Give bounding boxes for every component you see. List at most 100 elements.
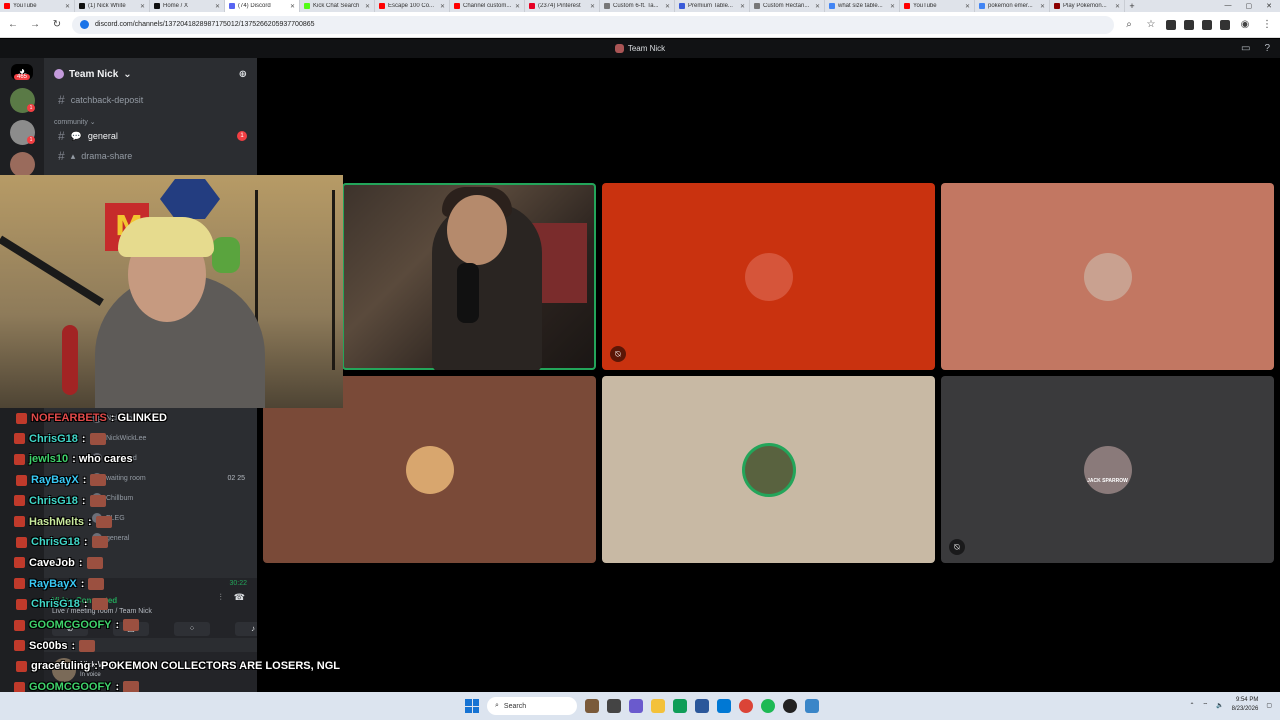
mail-icon[interactable] bbox=[717, 699, 731, 713]
tab-favicon-icon bbox=[454, 3, 460, 9]
video-tile-camera[interactable] bbox=[342, 183, 596, 370]
tab-close-icon[interactable]: ✕ bbox=[1115, 3, 1120, 10]
microphone bbox=[457, 263, 479, 323]
tab-label: Premium Table... bbox=[688, 3, 733, 9]
chat-username[interactable]: ChrisG18 bbox=[31, 598, 80, 610]
chat-username[interactable]: RayBayX bbox=[29, 578, 77, 590]
browser-tab[interactable]: (2374) Pinterest ✕ bbox=[525, 0, 600, 12]
extension-icon[interactable] bbox=[1202, 19, 1212, 30]
extension-icon[interactable] bbox=[1166, 19, 1176, 30]
browser-tab[interactable]: Escape 100 Co... ✕ bbox=[375, 0, 450, 12]
tab-close-icon[interactable]: ✕ bbox=[215, 3, 220, 10]
app-icon[interactable] bbox=[805, 699, 819, 713]
tab-favicon-icon bbox=[979, 3, 985, 9]
chat-username[interactable]: ChrisG18 bbox=[29, 495, 78, 507]
invite-people-icon[interactable]: ⊕ bbox=[239, 69, 247, 80]
channel-catchback-deposit[interactable]: # catchback-deposit bbox=[44, 90, 257, 110]
category-community[interactable]: community ⌄ bbox=[44, 110, 257, 126]
tab-close-icon[interactable]: ✕ bbox=[290, 3, 295, 10]
browser-tab[interactable]: YouTube ✕ bbox=[900, 0, 975, 12]
browser-tab[interactable]: Kick Chat Search ✕ bbox=[300, 0, 375, 12]
back-icon[interactable]: ← bbox=[6, 18, 20, 32]
muted-mic-icon: ⍉ bbox=[610, 346, 626, 362]
channel-label: drama-share bbox=[81, 151, 133, 161]
tab-close-icon[interactable]: ✕ bbox=[740, 3, 745, 10]
bookmark-star-icon[interactable]: ☆ bbox=[1144, 18, 1158, 32]
new-tab-button[interactable]: + bbox=[1125, 1, 1139, 11]
chat-username[interactable]: gracefuling bbox=[31, 660, 90, 672]
task-view-icon[interactable] bbox=[607, 699, 621, 713]
browser-tab[interactable]: Custom Rectan... ✕ bbox=[750, 0, 825, 12]
notification-icon[interactable]: ▢ bbox=[1266, 702, 1272, 709]
forward-icon[interactable]: → bbox=[28, 18, 42, 32]
server-header[interactable]: Team Nick ⌄ ⊕ bbox=[44, 58, 257, 90]
chat-username[interactable]: ChrisG18 bbox=[31, 536, 80, 548]
tab-close-icon[interactable]: ✕ bbox=[365, 3, 370, 10]
reload-icon[interactable]: ↻ bbox=[50, 18, 64, 32]
browser-tab[interactable]: (1) Nick White ✕ bbox=[75, 0, 150, 12]
url-field[interactable]: discord.com/channels/1372041828987175012… bbox=[72, 15, 1114, 34]
browser-tab[interactable]: YouTube ✕ bbox=[0, 0, 75, 12]
chat-username[interactable]: GOOMCGOOFY bbox=[29, 619, 112, 631]
tab-close-icon[interactable]: ✕ bbox=[815, 3, 820, 10]
participant-tile[interactable]: JACK SPARROW ⍉ bbox=[941, 376, 1274, 563]
tab-close-icon[interactable]: ✕ bbox=[140, 3, 145, 10]
site-info-icon[interactable] bbox=[80, 20, 89, 29]
tab-close-icon[interactable]: ✕ bbox=[65, 3, 70, 10]
start-windows-icon[interactable] bbox=[465, 699, 479, 713]
profile-icon[interactable]: ◉ bbox=[1238, 18, 1252, 32]
tab-close-icon[interactable]: ✕ bbox=[590, 3, 595, 10]
browser-tab[interactable]: pokemon emer... ✕ bbox=[975, 0, 1050, 12]
network-icon[interactable]: ⌔ bbox=[1203, 701, 1209, 709]
edge-icon[interactable] bbox=[673, 699, 687, 713]
chat-username[interactable]: ChrisG18 bbox=[29, 433, 78, 445]
participant-tile[interactable] bbox=[941, 183, 1274, 370]
app-icon[interactable] bbox=[629, 699, 643, 713]
server-avatar[interactable] bbox=[10, 152, 35, 177]
tab-close-icon[interactable]: ✕ bbox=[890, 3, 895, 10]
taskbar-search[interactable]: ⌕ Search bbox=[487, 697, 577, 715]
inbox-icon[interactable]: ▭ bbox=[1241, 43, 1250, 54]
browser-tab[interactable]: (74) Discord ✕ bbox=[225, 0, 300, 12]
close-window-icon[interactable]: ✕ bbox=[1266, 2, 1272, 10]
app-icon[interactable] bbox=[695, 699, 709, 713]
system-clock[interactable]: 9:54 PM 8/23/2026 bbox=[1232, 696, 1259, 714]
chat-username[interactable]: NOFEARBETS bbox=[31, 412, 107, 424]
app-icon[interactable] bbox=[585, 699, 599, 713]
puzzle-icon[interactable] bbox=[1220, 19, 1230, 30]
chevron-up-icon[interactable]: ⌃ bbox=[1189, 702, 1194, 709]
browser-tab[interactable]: Custom 6-ft. Ta... ✕ bbox=[600, 0, 675, 12]
browser-tab[interactable]: Play Pokemon... ✕ bbox=[1050, 0, 1125, 12]
tab-close-icon[interactable]: ✕ bbox=[665, 3, 670, 10]
tab-close-icon[interactable]: ✕ bbox=[440, 3, 445, 10]
browser-tab[interactable]: Channel custom... ✕ bbox=[450, 0, 525, 12]
zoom-icon[interactable]: ⌕ bbox=[1122, 18, 1136, 32]
url-text: discord.com/channels/1372041828987175012… bbox=[95, 21, 315, 28]
file-explorer-icon[interactable] bbox=[651, 699, 665, 713]
tab-close-icon[interactable]: ✕ bbox=[965, 3, 970, 10]
chat-username[interactable]: RayBayX bbox=[31, 474, 79, 486]
tab-close-icon[interactable]: ✕ bbox=[1040, 3, 1045, 10]
participant-tile[interactable]: ⍉ bbox=[602, 183, 935, 370]
chat-username[interactable]: jewls10 bbox=[29, 453, 68, 465]
chat-username[interactable]: HashMelts bbox=[29, 516, 84, 528]
maximize-icon[interactable]: ▢ bbox=[1246, 2, 1253, 10]
tab-close-icon[interactable]: ✕ bbox=[515, 3, 520, 10]
spotify-icon[interactable] bbox=[761, 699, 775, 713]
chat-username[interactable]: CaveJob bbox=[29, 557, 75, 569]
help-icon[interactable]: ? bbox=[1264, 43, 1270, 54]
browser-tab[interactable]: Home / X ✕ bbox=[150, 0, 225, 12]
chat-badge-icon bbox=[16, 660, 27, 672]
chrome-icon[interactable] bbox=[739, 699, 753, 713]
browser-tab[interactable]: what size table... ✕ bbox=[825, 0, 900, 12]
browser-tab[interactable]: Premium Table... ✕ bbox=[675, 0, 750, 12]
channel-general[interactable]: # 💬 general 1 bbox=[44, 126, 257, 146]
app-icon[interactable] bbox=[783, 699, 797, 713]
volume-icon[interactable]: 🔈 bbox=[1216, 702, 1223, 709]
menu-kebab-icon[interactable]: ⋮ bbox=[1260, 18, 1274, 32]
extension-icon[interactable] bbox=[1184, 19, 1194, 30]
minimize-icon[interactable]: — bbox=[1225, 2, 1232, 10]
participant-tile[interactable] bbox=[602, 376, 935, 563]
channel-drama-share[interactable]: # ▴ drama-share bbox=[44, 146, 257, 166]
chat-username[interactable]: Sc00bs bbox=[29, 640, 68, 652]
